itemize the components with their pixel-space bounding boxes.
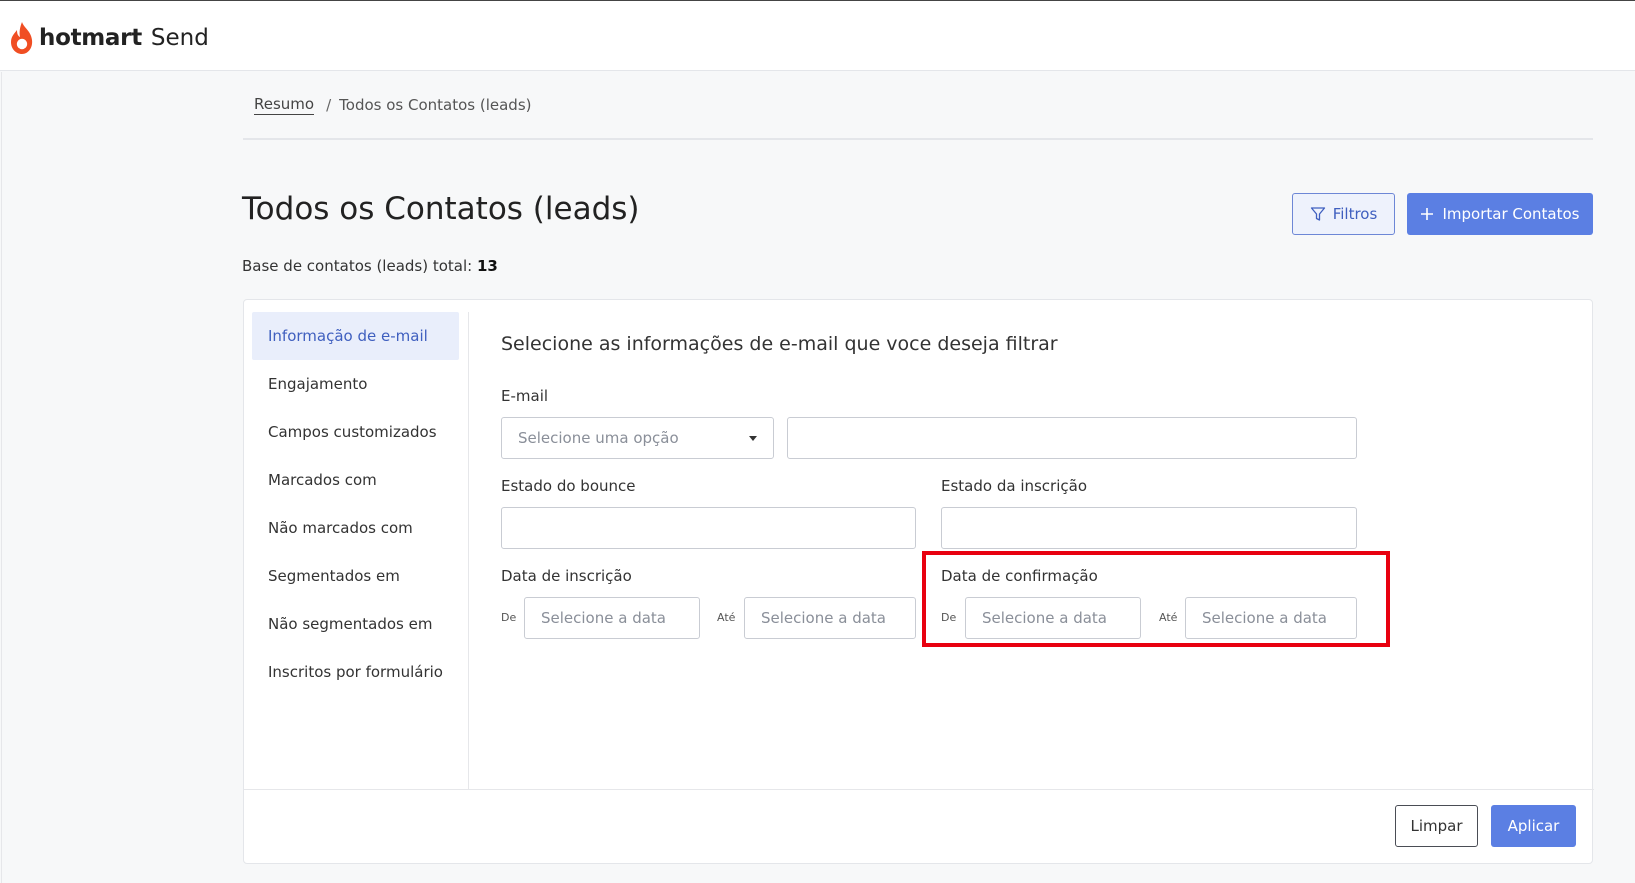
page-title: Todos os Contatos (leads): [242, 191, 640, 227]
filter-menu-item-subscribed-by-form[interactable]: Inscritos por formulário: [252, 648, 459, 696]
filter-menu-item-email-info[interactable]: Informação de e-mail: [252, 312, 459, 360]
bounce-state-label: Estado do bounce: [501, 477, 636, 495]
email-operator-placeholder: Selecione uma opção: [518, 429, 679, 447]
filter-menu-item-segmented-in[interactable]: Segmentados em: [252, 552, 459, 600]
subscription-date-to-label: Até: [717, 611, 736, 624]
filters-button-label: Filtros: [1332, 205, 1378, 223]
total-contacts: Base de contatos (leads) total: 13: [242, 257, 498, 275]
filter-panel: Informação de e-mail Engajamento Campos …: [243, 299, 1594, 864]
left-edge-divider: [1, 72, 2, 883]
filter-menu-label: Não marcados com: [268, 519, 413, 537]
email-label: E-mail: [501, 387, 549, 405]
breadcrumb-separator: /: [326, 96, 332, 114]
apply-button[interactable]: Aplicar: [1491, 805, 1576, 847]
confirmation-date-highlight-box: [922, 551, 1390, 647]
filter-menu-item-custom-fields[interactable]: Campos customizados: [252, 408, 459, 456]
breadcrumb: Resumo / Todos os Contatos (leads): [254, 95, 532, 115]
filters-button[interactable]: Filtros: [1292, 193, 1395, 235]
total-contacts-label: Base de contatos (leads) total:: [242, 257, 473, 275]
import-contacts-button[interactable]: Importar Contatos: [1407, 193, 1593, 235]
panel-vertical-divider: [468, 312, 469, 789]
subscription-date-from-label: De: [501, 611, 517, 624]
flame-icon: [11, 22, 33, 54]
brand-name: hotmart: [39, 25, 142, 51]
filter-menu-label: Engajamento: [268, 375, 368, 393]
email-operator-select[interactable]: Selecione uma opção: [501, 417, 774, 459]
subscription-date-to-input[interactable]: [744, 597, 916, 639]
filter-menu-label: Não segmentados em: [268, 615, 433, 633]
subscription-state-input[interactable]: [941, 507, 1357, 549]
subscription-state-label: Estado da inscrição: [941, 477, 1088, 495]
filter-menu-item-not-segmented-in[interactable]: Não segmentados em: [252, 600, 459, 648]
plus-icon: [1421, 208, 1434, 220]
filter-menu-item-engagement[interactable]: Engajamento: [252, 360, 459, 408]
form-heading: Selecione as informações de e-mail que v…: [501, 333, 1058, 355]
breadcrumb-link-resumo[interactable]: Resumo: [254, 95, 315, 115]
breadcrumb-divider: [243, 138, 1593, 140]
total-contacts-value: 13: [477, 257, 498, 275]
app-header: hotmart Send: [0, 1, 1635, 71]
filter-menu-label: Segmentados em: [268, 567, 400, 585]
filter-menu-label: Informação de e-mail: [268, 327, 428, 345]
caret-down-icon: [749, 435, 757, 441]
breadcrumb-current: Todos os Contatos (leads): [339, 96, 532, 114]
filter-menu-label: Inscritos por formulário: [268, 663, 443, 681]
product-name: Send: [150, 25, 209, 51]
subscription-date-label: Data de inscrição: [501, 567, 632, 585]
filter-menu-item-tagged-with[interactable]: Marcados com: [252, 456, 459, 504]
subscription-date-from-input[interactable]: [524, 597, 700, 639]
bounce-state-input[interactable]: [501, 507, 916, 549]
import-contacts-label: Importar Contatos: [1442, 205, 1580, 223]
filter-icon: [1310, 207, 1325, 221]
filter-menu-label: Campos customizados: [268, 423, 437, 441]
filter-menu-item-not-tagged-with[interactable]: Não marcados com: [252, 504, 459, 552]
filter-menu-label: Marcados com: [268, 471, 377, 489]
email-value-input[interactable]: [787, 417, 1357, 459]
panel-footer-divider: [244, 789, 1594, 790]
clear-button[interactable]: Limpar: [1395, 805, 1478, 847]
hotmart-send-logo[interactable]: hotmart Send: [9, 21, 209, 55]
